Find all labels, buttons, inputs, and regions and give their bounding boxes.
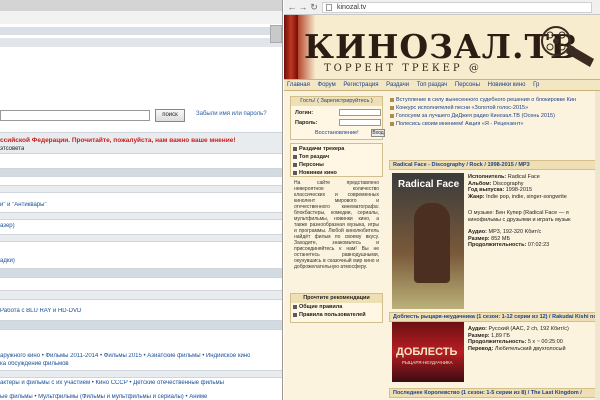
menu-item-registration[interactable]: Регистрация	[340, 80, 381, 90]
forum-link-bluray[interactable]: Работа с BLU RAY и HD-DVD	[0, 308, 81, 314]
left-subheader-band	[0, 38, 282, 47]
menu-item-groups[interactable]: Гр	[530, 80, 542, 90]
forum-section-bar	[0, 268, 282, 278]
size-value: 852 МБ	[491, 235, 511, 242]
site-header: КИНОЗАЛ.ТВ ТОРРЕНТ ТРЕКЕР @	[284, 15, 600, 79]
forum-link-discussion[interactable]: ка обсуждение фильмов	[0, 361, 69, 367]
year-value: 1998-2015	[505, 187, 533, 193]
left-tab-strip[interactable]	[0, 0, 282, 11]
poster-title: ДОБЛЕСТЬ	[396, 346, 458, 358]
recommendations-block: Прочтите рекомендации Общие правила Прав…	[290, 293, 383, 323]
left-browser-window: поиск Забыли имя или пароль? ссийской Фе…	[0, 0, 283, 400]
news-item[interactable]: Конкурс исполнителей песни «Золотой голо…	[389, 104, 598, 112]
forum-link-films[interactable]: аружного кино • Фильмы 2011-2014 • Фильм…	[0, 353, 250, 359]
news-list: Вступление в силу вынесенного судебного …	[389, 96, 598, 132]
page-icon	[326, 4, 332, 11]
main-menu: Главная Форум Регистрация Раздачи Топ ра…	[284, 79, 600, 91]
right-browser-window: ← → ↻ kinozal.tv КИНОЗАЛ.ТВ ТОРРЕНТ ТРЕК…	[284, 0, 600, 400]
release-poster[interactable]: Radical Face	[392, 173, 464, 309]
restore-link[interactable]: Восстановление!	[315, 130, 359, 136]
url-text: kinozal.tv	[337, 4, 367, 11]
duration-value: 07:02:23	[527, 242, 550, 248]
release-poster[interactable]: ДОБЛЕСТЬ РЫЦАРЯ-НЕУДАЧНИКА	[392, 322, 464, 382]
audio-value: Русский (AAC, 2 ch, 192 Кбит/с)	[488, 326, 569, 332]
side-link-persons[interactable]: Персоны	[291, 161, 382, 169]
right-scrollbar[interactable]	[595, 91, 600, 400]
menu-item-top[interactable]: Топ раздач	[414, 80, 451, 90]
left-scrollbar-thumb[interactable]	[270, 25, 282, 43]
artist-value: Radical Face	[507, 174, 540, 180]
release-title[interactable]: Доблесть рыцаря-неудачника (1 сезон: 1-1…	[389, 312, 598, 322]
forum-row-bar	[0, 234, 282, 242]
forum-link-actors[interactable]: актеры и фильмы с их участием • Кино ССС…	[0, 380, 224, 386]
left-browser-chrome	[0, 0, 282, 24]
release-title[interactable]: Последнее Королевство (1 сезон: 1-5 сери…	[389, 388, 598, 398]
album-value: Discography	[492, 180, 524, 187]
login-input[interactable]	[339, 109, 381, 116]
translation-value: Любительский двухголосый	[494, 345, 566, 352]
side-link-new[interactable]: Новинки кино	[291, 169, 382, 177]
poster-title: Radical Face	[398, 179, 460, 190]
notice-subtext: этсовета	[0, 146, 25, 152]
user-rules-link[interactable]: Правила пользователей	[291, 311, 382, 319]
menu-item-forum[interactable]: Форум	[315, 80, 339, 90]
login-panel-title[interactable]: Гость! ( Зарегистрируйтесь )	[291, 97, 382, 106]
poster-figure	[414, 203, 450, 283]
side-link-releases[interactable]: Раздачи трекера	[291, 145, 382, 153]
release-info: Исполнитель: Radical Face Альбом: Discog…	[468, 174, 598, 249]
rules-link[interactable]: Общие правила	[291, 303, 382, 311]
forum-link-cartoons[interactable]: ые фильмы • Мультфильмы (Фильмы и мультф…	[0, 394, 207, 400]
duration-value: 5 x ~ 00:25:00	[527, 339, 563, 345]
forgot-password-link[interactable]: Забыли имя или пароль?	[196, 111, 267, 117]
side-nav: Раздачи трекера Топ раздач Персоны Новин…	[290, 143, 383, 177]
side-link-top[interactable]: Топ раздач	[291, 153, 382, 161]
password-label: Пароль:	[295, 120, 318, 126]
forward-icon[interactable]: →	[298, 2, 308, 12]
search-button[interactable]: поиск	[155, 109, 185, 122]
notice-text: ссийской Федерации. Прочитайте, пожалуйс…	[0, 137, 236, 144]
login-button[interactable]: Вход	[371, 129, 385, 137]
forum-section-bar	[0, 168, 282, 177]
genre-value: Indie pop, indie, singer-songwrite	[486, 193, 567, 200]
release-title[interactable]: Radical Face - Discography / Rock / 1998…	[389, 160, 598, 170]
left-address-bar[interactable]	[0, 11, 282, 24]
news-item[interactable]: Полесись своим мнением! Акция «Я - Рецен…	[389, 120, 598, 128]
back-icon[interactable]: ←	[287, 2, 297, 12]
forum-row-bar	[0, 370, 282, 378]
forum-link-line2[interactable]: азер)	[0, 223, 15, 229]
password-input[interactable]	[339, 119, 381, 126]
search-input[interactable]	[0, 110, 150, 121]
menu-item-persons[interactable]: Персоны	[452, 80, 483, 90]
forum-row-bar	[0, 290, 282, 300]
forum-row-bar	[0, 212, 282, 220]
film-reel-icon	[541, 26, 594, 67]
menu-item-releases[interactable]: Раздачи	[383, 80, 412, 90]
menu-item-new-movies[interactable]: Новинки кино	[485, 80, 529, 90]
recommendations-title: Прочтите рекомендации	[291, 294, 382, 303]
audio-value: MP3, 192-320 Kбит/c	[488, 229, 542, 235]
url-input[interactable]: kinozal.tv	[322, 2, 592, 13]
news-item[interactable]: Вступление в силу вынесенного судебного …	[389, 96, 598, 104]
forum-link-antiquary[interactable]: й" и "Антиквары"	[0, 202, 47, 208]
left-header-band	[0, 27, 282, 35]
release-info: Аудио: Русский (AAC, 2 ch, 192 Кбит/с) Р…	[468, 326, 569, 352]
about-text-2: кинофильмы с друзьями и играть музык	[468, 216, 571, 223]
address-bar: ← → ↻ kinozal.tv	[284, 0, 600, 15]
site-description: На сайте представлено невероятное количе…	[294, 180, 379, 270]
forum-link-line3[interactable]: адки)	[0, 258, 15, 264]
forum-section-bar	[0, 320, 282, 330]
menu-item-home[interactable]: Главная	[284, 80, 313, 90]
login-panel: Гость! ( Зарегистрируйтесь ) Логин: Паро…	[290, 96, 385, 140]
size-value: 1,89 ГБ	[491, 332, 510, 339]
login-label: Логин:	[295, 110, 314, 116]
forum-row-bar	[0, 185, 282, 193]
reload-icon[interactable]: ↻	[309, 2, 319, 12]
poster-subtitle: РЫЦАРЯ-НЕУДАЧНИКА	[402, 360, 453, 365]
news-item[interactable]: Голосуем за лучшего ДиДжея радио Кинозал…	[389, 112, 598, 120]
